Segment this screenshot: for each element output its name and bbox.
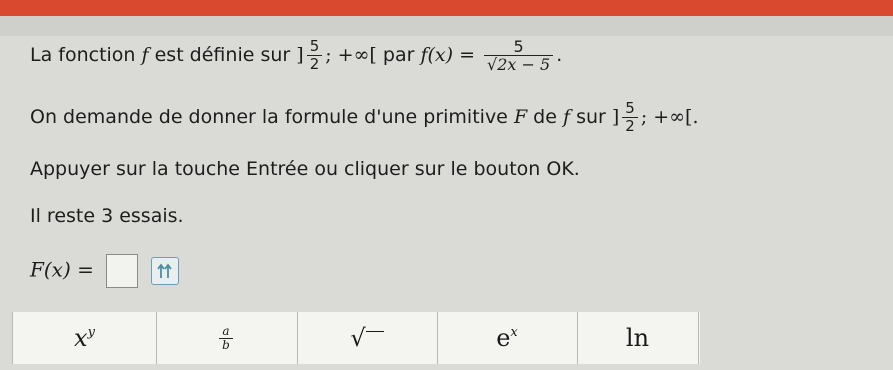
fdef-equals: = (459, 44, 475, 66)
fraction-button[interactable]: ab (155, 312, 298, 364)
power-exponent: y (87, 324, 95, 340)
demand-line: On demande de donner la formule d'une pr… (30, 100, 698, 135)
function-name: f (562, 106, 571, 128)
open-bracket: ] (611, 106, 620, 128)
sur-word: sur (576, 106, 606, 128)
power-base: x (74, 324, 88, 352)
fraction-den-placeholder: b (219, 337, 233, 352)
fdef-denominator: √2x − 5 (484, 55, 554, 73)
fdef-lhs: f(x) (420, 44, 454, 66)
interval-fraction: 52 (306, 37, 323, 73)
interval-end: ; +∞[. (640, 106, 699, 128)
sqrt-icon: √ (350, 324, 366, 352)
top-band (0, 16, 893, 36)
function-definition-line: La fonction f est définie sur ] 5 2; +∞[ p… (30, 37, 563, 74)
top-accent-bar (0, 0, 893, 16)
fraction-denominator: 2 (622, 117, 638, 135)
function-name: f (141, 44, 149, 66)
math-toolbar: xy ab √ ex ln (12, 312, 700, 364)
answer-input[interactable] (106, 254, 139, 288)
interval-fraction: 52 (622, 100, 638, 135)
fraction-numerator: 5 (625, 99, 635, 117)
sqrt-button[interactable]: √ (297, 312, 438, 364)
fraction-template: ab (219, 323, 233, 352)
interval-end: ; +∞[ (325, 44, 377, 66)
intro-prefix: La fonction (30, 44, 136, 66)
de-word: de (533, 106, 557, 128)
fraction-numerator: 5 (309, 37, 320, 55)
intro-text: est définie sur (154, 44, 291, 66)
open-bracket: ] (296, 44, 304, 66)
answer-equals: = (77, 257, 94, 282)
up-arrows-icon (156, 263, 172, 278)
tries-remaining: Il reste 3 essais. (30, 205, 184, 227)
exp-button[interactable]: ex (437, 312, 578, 364)
answer-row: F(x) = (30, 254, 179, 288)
fdef-fraction: 5 √2x − 5 (484, 37, 554, 73)
par-word: par (382, 44, 415, 66)
exp-exponent: x (510, 324, 518, 340)
fraction-denominator: 2 (306, 55, 323, 73)
power-button[interactable]: xy (12, 312, 157, 364)
fraction-num-placeholder: a (222, 323, 230, 338)
instruction-text: Appuyer sur la touche Entrée ou cliquer … (30, 158, 580, 180)
math-editor-toggle-icon[interactable] (150, 257, 179, 285)
primitive-name: F (513, 106, 528, 128)
sqrt-vinculum (365, 330, 384, 332)
ln-label: ln (625, 324, 650, 352)
exp-base: e (496, 324, 511, 352)
fdef-numerator: 5 (513, 37, 524, 56)
answer-lhs: F(x) (30, 257, 71, 282)
demand-text: On demande de donner la formule d'une pr… (30, 106, 508, 128)
fdef-period: . (556, 44, 563, 66)
ln-button[interactable]: ln (577, 312, 699, 364)
